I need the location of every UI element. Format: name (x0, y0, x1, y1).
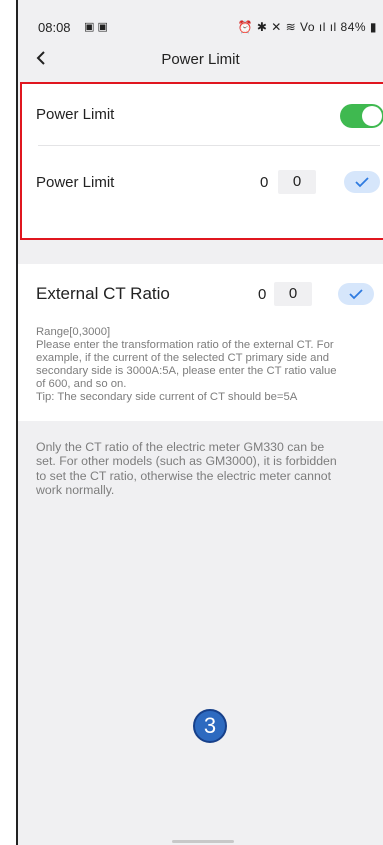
page-title: Power Limit (161, 51, 240, 68)
note-line: to set the CT ratio, otherwise the elect… (36, 468, 332, 483)
meter-model-note: Only the CT ratio of the electric meter … (36, 440, 375, 498)
step-marker: 3 (193, 709, 227, 743)
help-line: secondary side is 3000A:5A, please enter… (36, 365, 337, 377)
check-icon (355, 177, 369, 188)
ct-ratio-current-value: 0 (258, 286, 267, 303)
ct-ratio-label: External CT Ratio (36, 284, 170, 303)
power-limit-card: Power Limit Power Limit 0 0 (20, 82, 383, 240)
check-icon (349, 289, 363, 300)
ct-ratio-input[interactable]: 0 (274, 282, 312, 306)
status-time: 08:08 (38, 20, 71, 35)
battery-icon: ▮ (369, 20, 377, 34)
ct-ratio-card: External CT Ratio 0 0 Range[0,3000] Plea… (18, 264, 383, 421)
toggle-knob (362, 106, 382, 126)
ct-ratio-confirm-button[interactable] (338, 283, 374, 305)
status-right-group: ⏰ ✱ ✕ ≋ Vo ıl ıl 84% ▮ (238, 20, 377, 34)
help-line: example, if the current of the selected … (36, 352, 330, 364)
ct-ratio-range: Range[0,3000] (36, 326, 111, 338)
help-line: of 600, and so on. (36, 378, 127, 390)
status-bar: 08:08 ▣ ▣ ⏰ ✱ ✕ ≋ Vo ıl ıl 84% ▮ (18, 0, 383, 40)
power-limit-input[interactable]: 0 (278, 170, 316, 194)
power-limit-toggle-label: Power Limit (36, 106, 115, 123)
power-limit-value-label: Power Limit (36, 174, 115, 191)
help-line: Please enter the transformation ratio of… (36, 339, 334, 351)
note-line: Only the CT ratio of the electric meter … (36, 440, 325, 454)
ct-ratio-help: Range[0,3000] Please enter the transform… (36, 326, 377, 404)
power-limit-current-value: 0 (260, 174, 269, 191)
home-indicator[interactable] (172, 840, 234, 843)
notification-icons: ▣ ▣ (84, 21, 108, 33)
note-line: work normally. (36, 483, 115, 498)
divider (38, 145, 380, 146)
power-limit-confirm-button[interactable] (344, 171, 380, 193)
nav-bar: Power Limit (18, 40, 383, 78)
ct-ratio-tip: Tip: The secondary side current of CT sh… (36, 391, 298, 403)
power-limit-toggle[interactable] (340, 104, 383, 128)
note-line: set. For other models (such as GM3000), … (36, 454, 337, 469)
status-indicators: ⏰ ✱ ✕ ≋ Vo ıl ıl 84% (237, 20, 367, 34)
